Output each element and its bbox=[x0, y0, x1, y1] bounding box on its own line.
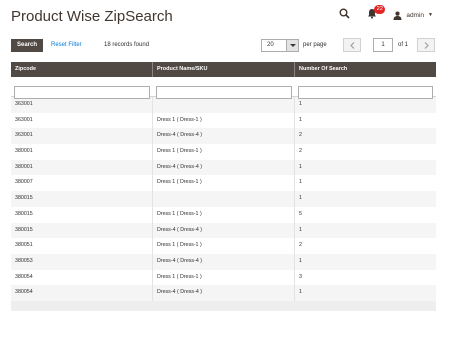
table-row[interactable]: 380001 Dress 1 ( Dress-1 ) 2 bbox=[11, 144, 436, 160]
search-count-cell: 1 bbox=[299, 116, 302, 123]
search-count-cell: 2 bbox=[299, 242, 302, 249]
filter-row bbox=[11, 77, 436, 99]
zipcode-cell: 380007 bbox=[11, 175, 153, 192]
reset-filter-link[interactable]: Reset Filter bbox=[51, 42, 82, 48]
page-number-input[interactable]: 1 bbox=[373, 38, 393, 52]
product-cell: Dress-4 ( Dress-4 ) bbox=[153, 159, 295, 176]
zipcode-cell: 380015 bbox=[11, 206, 153, 223]
search-count-cell: 1 bbox=[299, 163, 302, 170]
search-count-cell: 1 bbox=[299, 195, 302, 202]
zipcode-cell: 380054 bbox=[11, 269, 153, 286]
zipcode-cell: 380015 bbox=[11, 222, 153, 239]
product-cell: Dress-4 ( Dress-4 ) bbox=[153, 253, 295, 270]
chevron-down-icon bbox=[286, 40, 298, 51]
page-count: of 1 bbox=[398, 42, 409, 48]
per-page-value: 20 bbox=[267, 42, 274, 48]
next-page-button[interactable] bbox=[417, 38, 435, 52]
table-row[interactable]: 380054 Dress 1 ( Dress-1 ) 3 bbox=[11, 269, 436, 286]
grid-body: 363001 1 363001 Dress 1 ( Dress-1 ) 1 36300… bbox=[11, 97, 436, 301]
zipcode-cell: 363001 bbox=[11, 128, 153, 145]
zipcode-cell: 363001 bbox=[11, 112, 153, 129]
product-cell bbox=[153, 97, 295, 113]
column-header-product[interactable]: Product Name/SKU bbox=[153, 62, 295, 77]
user-icon bbox=[393, 11, 402, 20]
search-count-cell: 1 bbox=[299, 257, 302, 264]
product-cell: Dress-4 ( Dress-4 ) bbox=[153, 128, 295, 145]
search-count-cell: 1 bbox=[299, 101, 302, 107]
chevron-down-icon: ▼ bbox=[428, 12, 433, 18]
table-row[interactable]: 380015 Dress-4 ( Dress-4 ) 1 bbox=[11, 222, 436, 239]
table-row[interactable]: 380001 Dress-4 ( Dress-4 ) 1 bbox=[11, 159, 436, 176]
zipsearch-grid: Zipcode Product Name/SKU Number Of Searc… bbox=[11, 62, 436, 311]
table-row[interactable]: 380015 1 bbox=[11, 191, 436, 207]
table-row[interactable]: 363001 Dress 1 ( Dress-1 ) 1 bbox=[11, 112, 436, 129]
notifications-badge: 22 bbox=[374, 5, 386, 14]
table-row[interactable]: 380054 Dress-4 ( Dress-4 ) 1 bbox=[11, 285, 436, 301]
table-row[interactable]: 363001 Dress-4 ( Dress-4 ) 2 bbox=[11, 128, 436, 145]
zipcode-cell: 380054 bbox=[11, 285, 153, 301]
chevron-right-icon bbox=[424, 42, 429, 49]
search-button[interactable]: Search bbox=[11, 39, 43, 52]
grid-toolbar: Search Reset Filter 18 records found 20 … bbox=[11, 38, 436, 54]
search-count-cell: 1 bbox=[299, 179, 302, 186]
zipcode-cell: 380015 bbox=[11, 191, 153, 207]
search-count-cell: 1 bbox=[299, 226, 302, 233]
search-count-cell: 3 bbox=[299, 273, 302, 280]
product-cell: Dress-4 ( Dress-4 ) bbox=[153, 285, 295, 301]
column-header-zipcode[interactable]: Zipcode bbox=[11, 62, 153, 77]
product-cell: Dress 1 ( Dress-1 ) bbox=[153, 269, 295, 286]
header-actions: 22 admin ▼ bbox=[339, 5, 433, 22]
user-name: admin bbox=[406, 11, 425, 19]
search-count-cell: 1 bbox=[299, 289, 302, 296]
search-icon[interactable] bbox=[339, 8, 353, 22]
table-row[interactable]: 380053 Dress-4 ( Dress-4 ) 1 bbox=[11, 253, 436, 270]
grid-footer bbox=[11, 300, 436, 311]
product-cell bbox=[153, 191, 295, 207]
notifications-button[interactable]: 22 bbox=[367, 5, 386, 22]
page-title: Product Wise ZipSearch bbox=[11, 8, 173, 25]
product-cell: Dress 1 ( Dress-1 ) bbox=[153, 112, 295, 129]
per-page-select[interactable]: 20 bbox=[261, 39, 299, 52]
zipcode-cell: 380001 bbox=[11, 159, 153, 176]
zipcode-cell: 363001 bbox=[11, 97, 153, 113]
column-header-search-count[interactable]: Number Of Search bbox=[295, 62, 436, 77]
table-row[interactable]: 380051 Dress 1 ( Dress-1 ) 2 bbox=[11, 238, 436, 254]
product-cell: Dress 1 ( Dress-1 ) bbox=[153, 238, 295, 254]
zipcode-cell: 380051 bbox=[11, 238, 153, 254]
account-menu[interactable]: admin ▼ bbox=[393, 11, 433, 20]
product-cell: Dress 1 ( Dress-1 ) bbox=[153, 206, 295, 223]
table-row[interactable]: 380007 Dress 1 ( Dress-1 ) 1 bbox=[11, 175, 436, 192]
product-cell: Dress 1 ( Dress-1 ) bbox=[153, 144, 295, 160]
zipcode-cell: 380053 bbox=[11, 253, 153, 270]
records-count: 18 records found bbox=[104, 42, 150, 48]
table-row[interactable]: 380015 Dress 1 ( Dress-1 ) 5 bbox=[11, 206, 436, 223]
table-row[interactable]: 363001 1 bbox=[11, 97, 436, 113]
zipcode-cell: 380001 bbox=[11, 144, 153, 160]
search-count-cell: 5 bbox=[299, 210, 302, 217]
product-cell: Dress-4 ( Dress-4 ) bbox=[153, 222, 295, 239]
grid-header: Zipcode Product Name/SKU Number Of Searc… bbox=[11, 62, 436, 77]
search-count-cell: 2 bbox=[299, 148, 302, 155]
previous-page-button[interactable] bbox=[343, 38, 361, 52]
search-count-cell: 2 bbox=[299, 132, 302, 139]
chevron-left-icon bbox=[350, 42, 355, 49]
per-page-label: per page bbox=[303, 42, 327, 48]
product-cell: Dress 1 ( Dress-1 ) bbox=[153, 175, 295, 192]
